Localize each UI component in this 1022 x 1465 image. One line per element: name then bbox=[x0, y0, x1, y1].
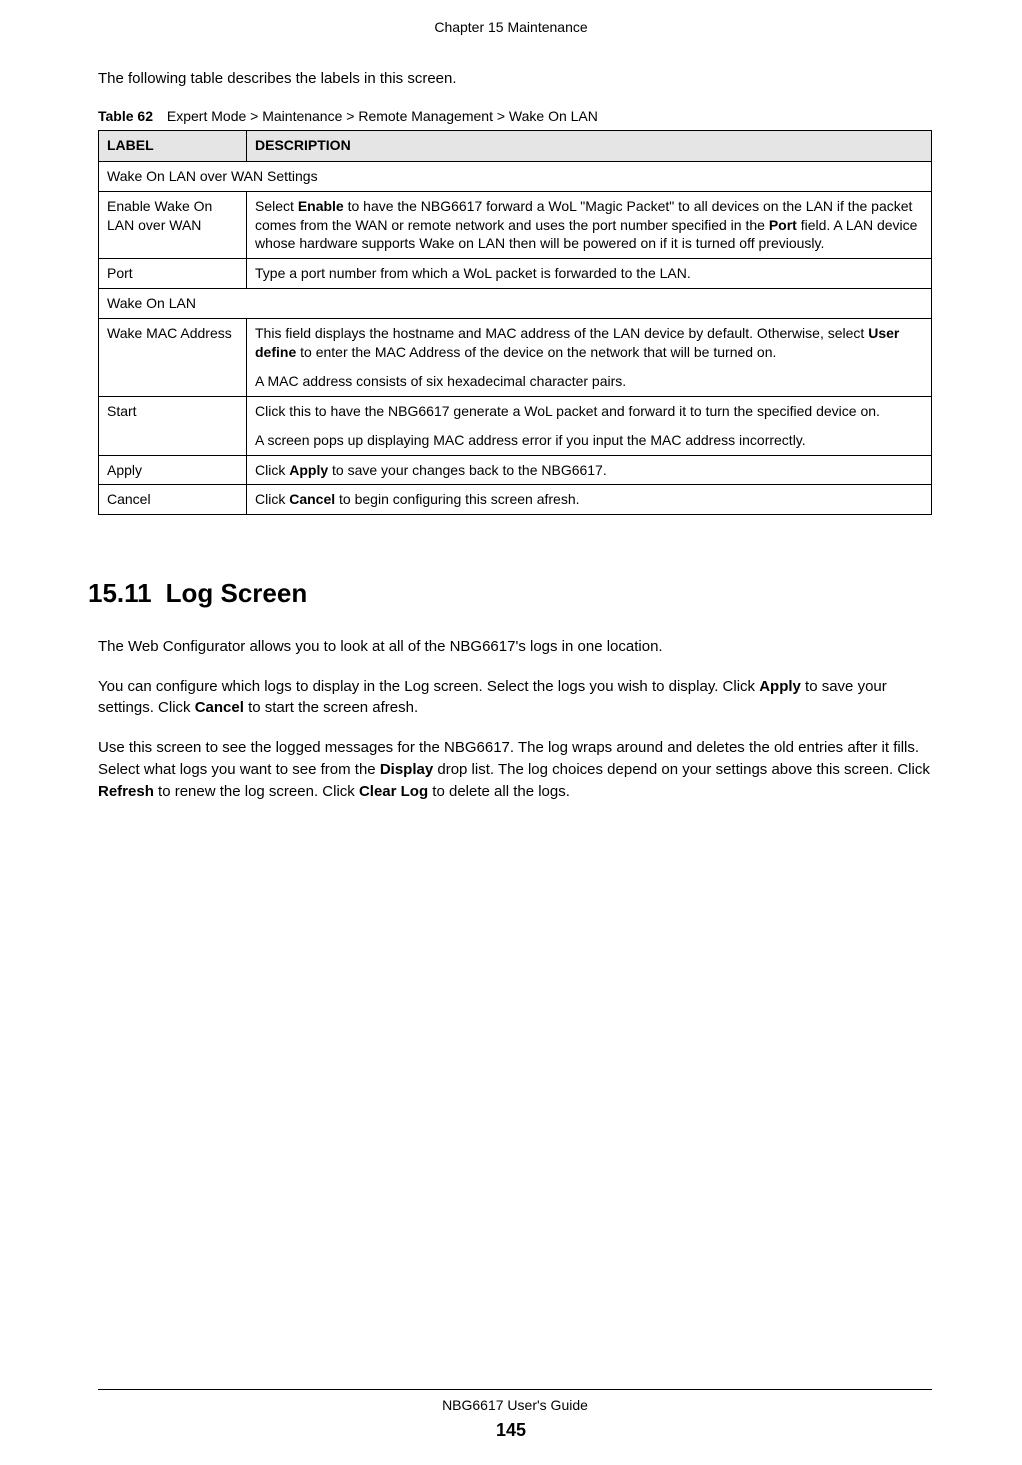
cell-label: Port bbox=[99, 259, 247, 289]
page-content: The following table describes the labels… bbox=[0, 68, 1022, 803]
footer-guide-text: NBG6617 User's Guide bbox=[98, 1389, 932, 1416]
body-paragraph: The Web Configurator allows you to look … bbox=[98, 636, 932, 658]
table-row: PortType a port number from which a WoL … bbox=[99, 259, 932, 289]
intro-text: The following table describes the labels… bbox=[98, 68, 932, 89]
body-paragraph: You can configure which logs to display … bbox=[98, 676, 932, 720]
cell-label: Wake MAC Address bbox=[99, 319, 247, 397]
section-body: The Web Configurator allows you to look … bbox=[98, 636, 932, 803]
cell-description: Click Cancel to begin configuring this s… bbox=[247, 485, 932, 515]
table-header-row: LABEL DESCRIPTION bbox=[99, 131, 932, 162]
header-description: DESCRIPTION bbox=[247, 131, 932, 162]
cell-description: Select Enable to have the NBG6617 forwar… bbox=[247, 191, 932, 259]
header-label: LABEL bbox=[99, 131, 247, 162]
table-number: Table 62 bbox=[98, 108, 153, 124]
cell-label: Start bbox=[99, 396, 247, 455]
cell-description: Type a port number from which a WoL pack… bbox=[247, 259, 932, 289]
body-paragraph: Use this screen to see the logged messag… bbox=[98, 737, 932, 802]
cell-description: Click this to have the NBG6617 generate … bbox=[247, 396, 932, 455]
table-caption-text: Expert Mode > Maintenance > Remote Manag… bbox=[167, 108, 598, 124]
cell-label: Enable Wake On LAN over WAN bbox=[99, 191, 247, 259]
table-row: Enable Wake On LAN over WANSelect Enable… bbox=[99, 191, 932, 259]
footer-page-number: 145 bbox=[0, 1418, 1022, 1443]
section-row: Wake On LAN over WAN Settings bbox=[99, 161, 932, 191]
cell-label: Apply bbox=[99, 455, 247, 485]
section-number: 15.11 bbox=[88, 578, 152, 608]
table-row: ApplyClick Apply to save your changes ba… bbox=[99, 455, 932, 485]
section-row: Wake On LAN bbox=[99, 289, 932, 319]
table-row: Wake On LAN over WAN Settings bbox=[99, 161, 932, 191]
cell-description: Click Apply to save your changes back to… bbox=[247, 455, 932, 485]
table-row: Wake MAC AddressThis field displays the … bbox=[99, 319, 932, 397]
table-caption: Table 62 Expert Mode > Maintenance > Rem… bbox=[98, 107, 932, 127]
table-row: Wake On LAN bbox=[99, 289, 932, 319]
page-footer: NBG6617 User's Guide 145 bbox=[0, 1389, 1022, 1443]
chapter-title: Chapter 15 Maintenance bbox=[434, 19, 587, 35]
page-header: Chapter 15 Maintenance bbox=[0, 0, 1022, 68]
section-title: Log Screen bbox=[166, 578, 308, 608]
cell-description: This field displays the hostname and MAC… bbox=[247, 319, 932, 397]
table-row: StartClick this to have the NBG6617 gene… bbox=[99, 396, 932, 455]
table-row: CancelClick Cancel to begin configuring … bbox=[99, 485, 932, 515]
section-heading: 15.11 Log Screen bbox=[88, 575, 932, 611]
reference-table: LABEL DESCRIPTION Wake On LAN over WAN S… bbox=[98, 130, 932, 515]
cell-label: Cancel bbox=[99, 485, 247, 515]
